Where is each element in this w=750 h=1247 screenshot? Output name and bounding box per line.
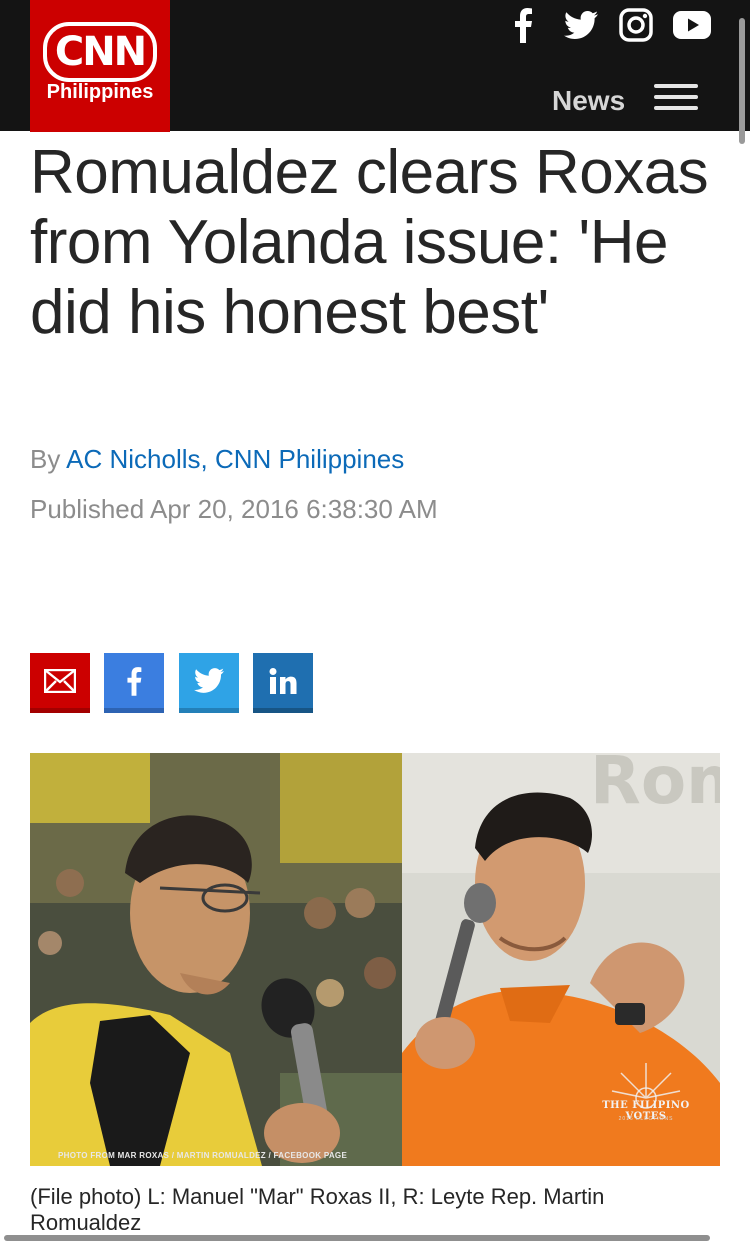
- share-twitter-button[interactable]: [179, 653, 239, 713]
- twitter-icon: [194, 668, 224, 693]
- published-date: Published Apr 20, 2016 6:38:30 AM: [30, 494, 438, 524]
- linkedin-icon: [269, 667, 297, 694]
- background-text: Rom: [590, 753, 720, 819]
- article-byline: By AC Nicholls, CNN Philippines: [30, 442, 404, 476]
- facebook-icon: [127, 666, 142, 696]
- photo-credit: PHOTO FROM MAR ROXAS / MARTIN ROMUALDEZ …: [58, 1151, 348, 1160]
- news-nav-link[interactable]: News: [552, 84, 625, 118]
- email-icon: [44, 668, 76, 693]
- twitter-icon[interactable]: [561, 6, 601, 44]
- share-facebook-button[interactable]: [104, 653, 164, 713]
- site-header: CNN Philippines News: [0, 0, 750, 132]
- horizontal-scrollbar[interactable]: [4, 1235, 710, 1241]
- article-photo: Rom PHOTO FROM MAR ROXAS / MARTIN ROMUAL…: [30, 753, 720, 1166]
- facebook-icon[interactable]: [503, 6, 543, 44]
- youtube-icon[interactable]: [672, 6, 712, 44]
- author-link[interactable]: AC Nicholls, CNN Philippines: [66, 444, 404, 474]
- share-linkedin-button[interactable]: [253, 653, 313, 713]
- article-headline: Romualdez clears Roxas from Yolanda issu…: [30, 138, 709, 347]
- cnn-philippines-logo[interactable]: CNN Philippines: [30, 0, 170, 132]
- vertical-scrollbar[interactable]: [739, 18, 745, 144]
- hamburger-menu-icon[interactable]: [652, 80, 700, 114]
- election-watermark-subtitle: 2016 ELECTIONS: [618, 1116, 674, 1122]
- logo-mark: CNN: [30, 22, 170, 82]
- logo-subtitle: Philippines: [46, 81, 154, 103]
- instagram-icon[interactable]: [616, 6, 656, 44]
- share-email-button[interactable]: [30, 653, 90, 713]
- photo-caption: (File photo) L: Manuel "Mar" Roxas II, R…: [30, 1184, 605, 1235]
- byline-prefix: By: [30, 444, 61, 474]
